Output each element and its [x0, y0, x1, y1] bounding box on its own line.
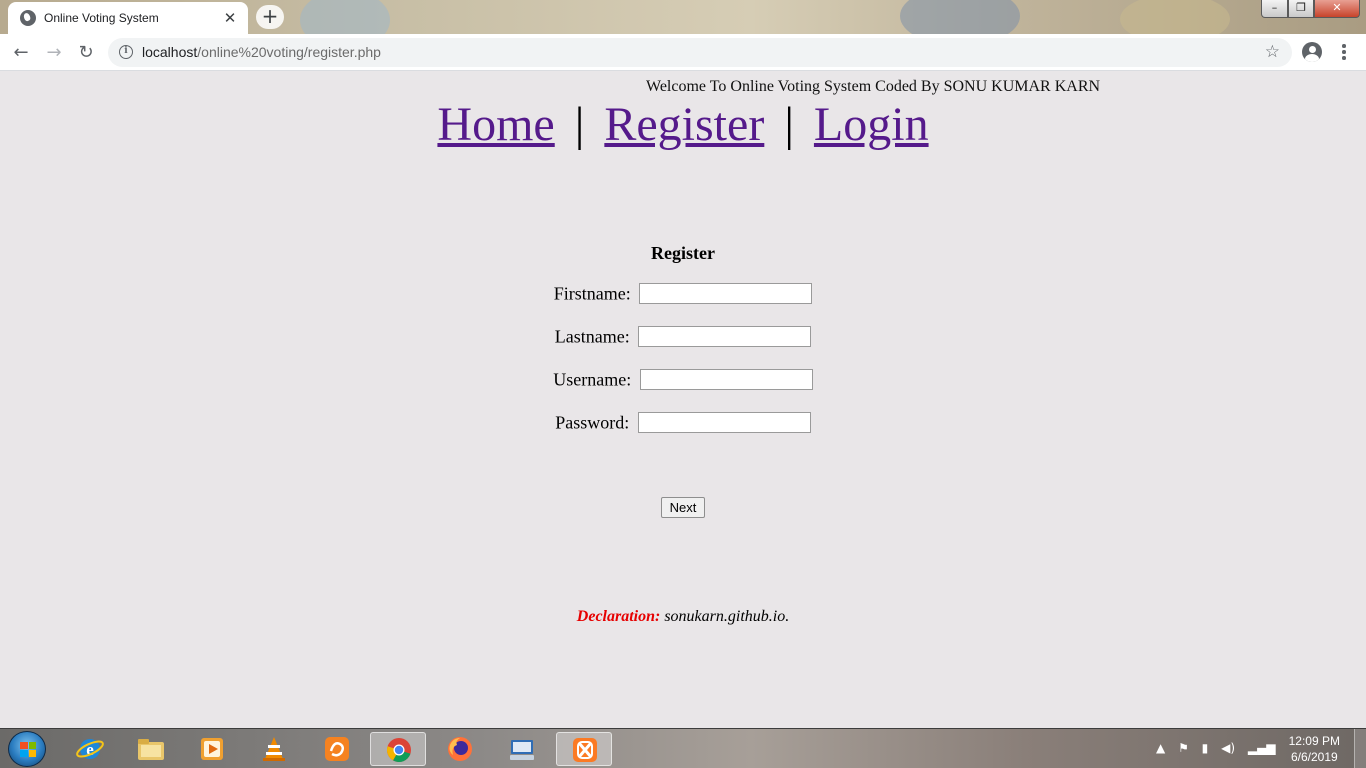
reload-button[interactable]: ↻: [75, 42, 97, 64]
url-text[interactable]: localhost/online%20voting/register.php: [142, 44, 381, 60]
taskbar: e ▲ ⚑ ▮ ◀) ▂▄▆ 12:09 PM 6/6/2019: [0, 728, 1366, 768]
folder-icon: [138, 739, 164, 760]
taskbar-firefox[interactable]: [432, 732, 488, 766]
address-bar[interactable]: i localhost/online%20voting/register.php…: [108, 38, 1292, 67]
password-label: Password:: [555, 412, 630, 433]
firstname-label: Firstname:: [553, 283, 631, 304]
start-button[interactable]: [8, 731, 46, 767]
chrome-icon: [387, 738, 411, 762]
forward-button[interactable]: →: [43, 42, 65, 64]
globe-icon: [20, 10, 36, 26]
minimize-button[interactable]: –: [1261, 0, 1288, 18]
taskbar-media-player[interactable]: [184, 732, 240, 766]
system-tray: ▲ ⚑ ▮ ◀) ▂▄▆ 12:09 PM 6/6/2019: [1156, 729, 1366, 768]
new-tab-button[interactable]: +: [256, 5, 284, 29]
url-host: localhost: [142, 44, 198, 60]
browser-toolbar: ← → ↻ i localhost/online%20voting/regist…: [0, 34, 1366, 71]
tray-icons: ▲ ⚑ ▮ ◀) ▂▄▆: [1156, 741, 1285, 755]
clock[interactable]: 12:09 PM 6/6/2019: [1289, 733, 1340, 765]
volume-icon[interactable]: ◀): [1221, 741, 1235, 755]
maximize-button[interactable]: ❐: [1288, 0, 1314, 18]
clock-time: 12:09 PM: [1288, 734, 1340, 748]
page-content: Welcome To Online Voting System Coded By…: [0, 71, 1366, 728]
username-input[interactable]: [639, 369, 813, 391]
keyboard-icon: [510, 740, 534, 760]
bookmark-star-icon[interactable]: ☆: [1265, 42, 1280, 62]
browser-tab[interactable]: Online Voting System ✕: [8, 2, 248, 34]
close-icon[interactable]: ✕: [222, 10, 238, 26]
taskbar-xampp[interactable]: [556, 732, 612, 766]
taskbar-on-screen-keyboard[interactable]: [494, 732, 550, 766]
windows-logo-icon: [20, 742, 36, 757]
nav-link-home[interactable]: Home: [437, 98, 554, 151]
password-row: Password:: [0, 411, 1366, 435]
declaration: Declaration: sonukarn.github.io.: [0, 608, 1366, 626]
declaration-text: sonukarn.github.io.: [664, 608, 790, 625]
lastname-label: Lastname:: [554, 326, 630, 347]
firstname-row: Firstname:: [0, 282, 1366, 306]
welcome-text: Welcome To Online Voting System Coded By…: [646, 78, 1101, 95]
next-button[interactable]: Next: [661, 497, 705, 518]
declaration-label: Declaration:: [576, 608, 661, 625]
firefox-icon: [448, 737, 472, 761]
taskbar-internet-explorer[interactable]: e: [62, 732, 118, 766]
menu-kebab-icon[interactable]: [1336, 44, 1352, 62]
tab-title: Online Voting System: [44, 11, 159, 25]
taskbar-chrome[interactable]: [370, 732, 426, 766]
taskbar-uc-browser[interactable]: [309, 732, 365, 766]
internet-explorer-icon: e: [76, 739, 104, 759]
url-path: /online%20voting/register.php: [197, 44, 381, 60]
form-title: Register: [651, 243, 715, 263]
action-center-flag-icon[interactable]: ⚑: [1178, 741, 1189, 755]
window-controls: – ❐ ✕: [1261, 0, 1360, 18]
taskbar-vlc[interactable]: [246, 732, 302, 766]
browser-title-bar: Online Voting System ✕ + – ❐ ✕: [0, 0, 1366, 50]
username-row: Username:: [0, 368, 1366, 392]
password-input[interactable]: [637, 412, 811, 434]
xampp-icon: [573, 738, 597, 762]
window-close-button[interactable]: ✕: [1314, 0, 1360, 18]
username-label: Username:: [553, 369, 632, 390]
back-button[interactable]: ←: [10, 42, 32, 64]
nav-link-register[interactable]: Register: [604, 98, 764, 151]
info-icon[interactable]: i: [119, 45, 133, 59]
vlc-icon: [263, 737, 285, 761]
main-nav: Home | Register | Login: [0, 95, 1366, 155]
firstname-input[interactable]: [639, 283, 813, 305]
uc-browser-icon: [325, 737, 349, 761]
account-icon[interactable]: [1302, 42, 1322, 62]
lastname-input[interactable]: [638, 326, 812, 348]
power-icon[interactable]: ▮: [1202, 741, 1209, 755]
show-hidden-icons-icon[interactable]: ▲: [1156, 741, 1165, 755]
nav-link-login[interactable]: Login: [814, 98, 929, 151]
nav-separator: |: [574, 98, 585, 151]
show-desktop-button[interactable]: [1354, 729, 1366, 768]
clock-date: 6/6/2019: [1290, 750, 1338, 764]
taskbar-file-explorer[interactable]: [123, 732, 179, 766]
lastname-row: Lastname:: [0, 325, 1366, 349]
network-icon[interactable]: ▂▄▆: [1248, 741, 1276, 755]
nav-separator: |: [784, 98, 794, 151]
media-player-icon: [201, 738, 223, 760]
